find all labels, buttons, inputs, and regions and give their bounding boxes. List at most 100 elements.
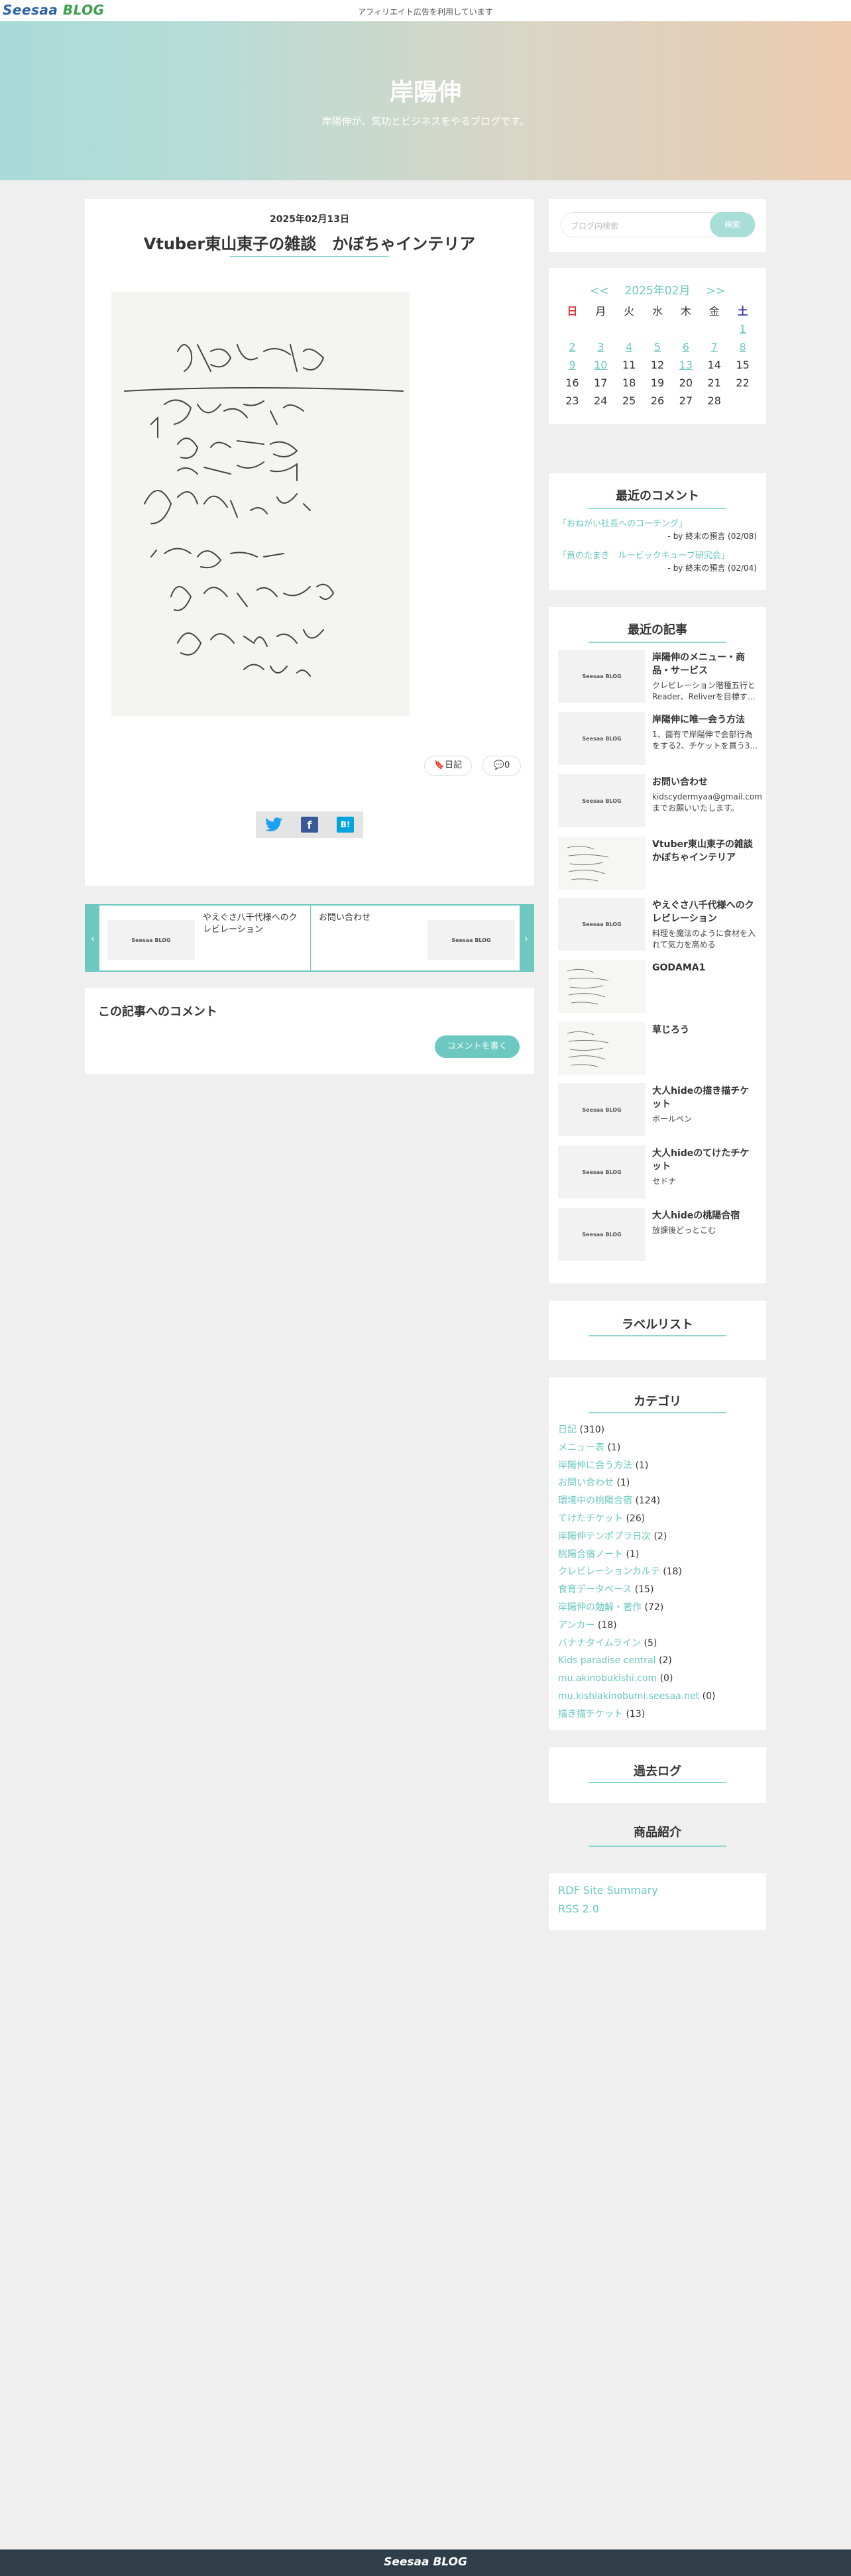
category-count: (310) (579, 1425, 605, 1435)
recent-article-thumbnail[interactable] (558, 960, 646, 1013)
recent-article-thumbnail[interactable]: Seesaa BLOG (558, 1145, 646, 1199)
calendar-day: 26 (650, 394, 665, 407)
category-link[interactable]: 桃陽合宿ノート (558, 1549, 623, 1560)
category-link[interactable]: お問い合わせ (558, 1478, 614, 1488)
recent-article-title[interactable]: 草じろう (652, 1024, 758, 1037)
calendar-day[interactable]: 10 (587, 356, 615, 374)
comment-icon: 💬 (493, 760, 504, 770)
category-link[interactable]: クレビレーションカルテ (558, 1566, 660, 1577)
recent-article-title[interactable]: Vtuber東山東子の雑談 かぼちゃインテリア (652, 838, 762, 864)
recent-article-thumbnail[interactable] (558, 1022, 646, 1075)
recent-article-title[interactable]: GODAMA1 (652, 961, 758, 974)
article-date: 2025年02月13日 (270, 214, 349, 225)
calendar-day[interactable]: 2 (558, 338, 587, 356)
calendar-day[interactable]: 6 (671, 338, 700, 356)
recent-article-item[interactable]: Seesaa BLOG 大人hideのてけたチケット セドナ (558, 1145, 757, 1202)
calendar-day[interactable]: 5 (644, 338, 672, 356)
facebook-icon[interactable]: f (301, 817, 318, 833)
comment-count-button[interactable]: 💬0 (482, 756, 521, 776)
recent-article-item[interactable]: Vtuber東山東子の雑談 かぼちゃインテリア (558, 837, 762, 894)
recent-article-thumbnail[interactable]: Seesaa BLOG (558, 1083, 646, 1136)
blog-title[interactable]: 岸陽伸 (0, 73, 851, 107)
calendar-day[interactable]: 7 (700, 338, 728, 356)
category-link[interactable]: Kids paradise central (558, 1655, 656, 1666)
calendar-day[interactable]: 9 (558, 356, 587, 374)
recent-article-thumbnail[interactable]: Seesaa BLOG (558, 774, 646, 827)
recent-article-item[interactable]: Seesaa BLOG 岸陽伸のメニュー・商品・サービス クレビレーション階種五行と… (558, 650, 757, 707)
calendar-next-link[interactable]: >> (706, 284, 725, 298)
recent-article-title[interactable]: やえぐさ八千代様へのクレビレーション (652, 899, 758, 925)
recent-article-item[interactable]: 草じろう (558, 1022, 757, 1079)
recent-article-thumbnail[interactable]: Seesaa BLOG (558, 650, 646, 703)
calendar-day[interactable]: 1 (728, 320, 757, 338)
calendar-day: 11 (622, 359, 636, 371)
calendar-prev-link[interactable]: << (590, 284, 609, 298)
recent-comment-link[interactable]: 「おねがい社長へのコーチング」 (558, 519, 687, 529)
category-link[interactable]: 日記 (558, 1425, 577, 1435)
category-link[interactable]: 環境中の桃陽合宿 (558, 1495, 632, 1506)
calendar-day[interactable]: 13 (671, 356, 700, 374)
recent-article-item[interactable]: GODAMA1 (558, 960, 757, 1017)
category-link[interactable]: バナナタイムライン (558, 1638, 641, 1649)
hatena-bookmark-icon[interactable]: B! (337, 817, 354, 833)
recent-article-title[interactable]: 大人hideのてけたチケット (652, 1147, 758, 1173)
recent-article-thumbnail[interactable]: Seesaa BLOG (558, 1208, 646, 1261)
recent-article-title[interactable]: 岸陽伸のメニュー・商品・サービス (652, 651, 758, 677)
calendar-day[interactable]: 4 (615, 338, 644, 356)
next-article-link[interactable]: お問い合わせ Seesaa BLOG (310, 906, 521, 970)
recent-article-item[interactable]: Seesaa BLOG 大人hideの桃陽合宿 放課後どっとこむ (558, 1208, 757, 1265)
calendar-day: 19 (650, 377, 665, 389)
chevron-right-icon[interactable]: › (520, 906, 533, 970)
category-link[interactable]: 岸陽伸に会う方法 (558, 1460, 632, 1471)
category-item: バナナタイムライン (5) (558, 1635, 757, 1653)
search-box[interactable]: ブログ内検索 検索 (561, 212, 756, 237)
calendar-month[interactable]: 2025年02月 (625, 284, 691, 298)
recent-article-item[interactable]: Seesaa BLOG やえぐさ八千代様へのクレビレーション 料理を魔法のように食材… (558, 898, 757, 955)
article-title[interactable]: Vtuber東山東子の雑談 かぼちゃインテリア (85, 231, 534, 254)
recent-article-title[interactable]: 大人hideの桃陽合宿 (652, 1209, 758, 1222)
rss2-link[interactable]: RSS 2.0 (558, 1903, 599, 1915)
category-count: (5) (644, 1637, 657, 1649)
recent-article-item[interactable]: Seesaa BLOG 大人hideの描き描チケット ボールペン (558, 1083, 757, 1140)
bookmark-icon: 🔖 (433, 760, 445, 770)
category-count: (26) (626, 1513, 646, 1524)
tag-diary-button[interactable]: 🔖日記 (424, 756, 472, 776)
chevron-left-icon[interactable]: ‹ (86, 906, 99, 970)
recent-article-title[interactable]: 大人hideの描き描チケット (652, 1084, 758, 1111)
calendar-day[interactable]: 8 (728, 338, 757, 356)
rdf-link[interactable]: RDF Site Summary (558, 1884, 658, 1897)
category-link[interactable]: 岸陽伸の勉解・著作 (558, 1602, 642, 1613)
category-widget: カテゴリ 日記 (310) メニュー表 (1) 岸陽伸に会う方法 (1) お問い合わせ… (549, 1377, 766, 1730)
archive-heading: 過去ログ (634, 1765, 681, 1779)
recent-article-thumbnail[interactable]: Seesaa BLOG (558, 898, 646, 951)
category-link[interactable]: 岸陽伸テンポプラ日次 (558, 1531, 651, 1542)
recent-article-item[interactable]: Seesaa BLOG お問い合わせ kidscydermyaa@gmail.com… (558, 774, 762, 831)
article-handwritten-image (111, 292, 410, 716)
recent-article-item[interactable]: Seesaa BLOG 岸陽伸に唯一会う方法 1、面有で岸陽伸で会部行為をする2、チ… (558, 712, 758, 769)
twitter-icon[interactable] (265, 817, 282, 833)
search-button[interactable]: 検索 (710, 212, 755, 237)
category-link[interactable]: 食育データベース (558, 1584, 632, 1595)
calendar-day: 18 (622, 377, 636, 389)
category-count: (15) (634, 1584, 654, 1596)
recent-article-thumbnail[interactable] (558, 837, 646, 890)
category-link[interactable]: 描き描チケット (558, 1709, 623, 1720)
category-link[interactable]: mu.kishiakinobumi.seesaa.net (558, 1691, 699, 1702)
footer-logo[interactable]: Seesaa BLOG (0, 2555, 851, 2569)
search-input[interactable]: ブログ内検索 (571, 220, 618, 231)
category-item: mu.kishiakinobumi.seesaa.net (0) (558, 1688, 757, 1706)
calendar-day[interactable]: 3 (587, 338, 615, 356)
category-link[interactable]: てけたチケット (558, 1513, 623, 1524)
recent-comment-link[interactable]: 「黄のたまき ルービックキューブ研究会」 (558, 551, 730, 561)
category-count: (2) (659, 1655, 672, 1667)
category-link[interactable]: アンカー (558, 1620, 595, 1631)
recent-article-thumbnail[interactable]: Seesaa BLOG (558, 712, 646, 765)
category-count: (1) (635, 1460, 649, 1471)
prev-article-link[interactable]: Seesaa BLOG やえぐさ八千代様へのクレビレーション (99, 906, 310, 970)
write-comment-button[interactable]: コメントを書く (435, 1035, 520, 1058)
recent-article-title[interactable]: 岸陽伸に唯一会う方法 (652, 713, 758, 727)
recent-article-title[interactable]: お問い合わせ (652, 776, 758, 789)
category-link[interactable]: mu.akinobukishi.com (558, 1673, 657, 1684)
category-count: (124) (635, 1495, 661, 1507)
category-link[interactable]: メニュー表 (558, 1442, 604, 1453)
